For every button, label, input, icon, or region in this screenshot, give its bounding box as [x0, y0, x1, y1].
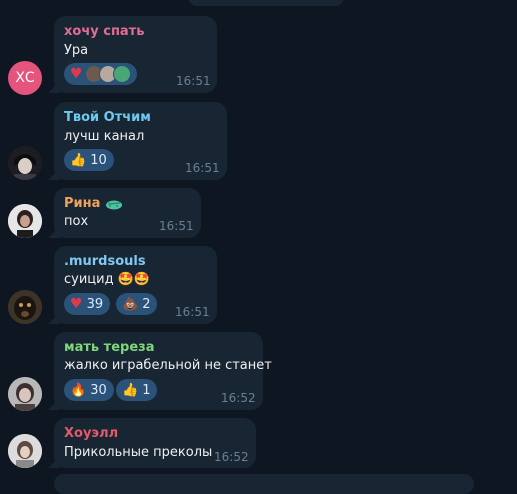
sender-name[interactable]: .murdsouls [64, 254, 146, 269]
message-text: Ура [64, 43, 89, 58]
message-time: 16:52 [214, 450, 249, 464]
thumbs-up-icon: 👍 [70, 152, 87, 168]
sender-name[interactable]: хочу спать [64, 24, 144, 39]
fire-icon: 🔥 [70, 382, 87, 398]
message-time: 16:51 [159, 219, 194, 233]
message-text: суицид 🤩🤩 [64, 272, 151, 287]
message-bubble[interactable]: Хоуэлл Прикольные преколы 16:52 [48, 418, 256, 468]
reaction-count: 2 [142, 296, 151, 312]
reactor-avatar [112, 65, 131, 83]
message-time: 16:51 [176, 74, 211, 88]
avatar[interactable] [8, 204, 42, 238]
sender-name[interactable]: Рина [64, 196, 123, 211]
bubble-tail [48, 226, 60, 238]
reaction-heart[interactable]: ♥ [64, 63, 137, 85]
thumbs-up-icon: 👍 [122, 382, 139, 398]
sender-name[interactable]: мать тереза [64, 340, 154, 355]
reaction-poop[interactable]: 💩 2 [116, 293, 158, 315]
bubble-tail [48, 398, 60, 410]
avatar-image [8, 377, 42, 411]
message-text: жалко играбельной не станет [64, 358, 272, 373]
message-text: пох [64, 214, 89, 229]
avatar[interactable] [8, 434, 42, 468]
heart-icon: ♥ [70, 296, 83, 312]
message-time: 16:51 [185, 161, 220, 175]
bubble-tail [48, 312, 60, 324]
bubble-tail [48, 81, 60, 93]
reaction-thumbs-up[interactable]: 👍 10 [64, 149, 114, 171]
bubble-tail [48, 168, 60, 180]
message-bubble[interactable]: Рина пох 16:51 [48, 188, 201, 238]
reactor-avatars [84, 65, 131, 83]
message-time: 16:52 [221, 391, 256, 405]
message-bubble[interactable]: мать тереза жалко играбельной не станет … [48, 332, 272, 410]
reaction-fire[interactable]: 🔥 30 [64, 379, 114, 401]
avatar[interactable]: ХС [8, 61, 42, 95]
avatar-image [8, 204, 42, 238]
avatar[interactable] [8, 290, 42, 324]
avatar-image [8, 146, 42, 180]
reaction-count: 30 [90, 382, 107, 398]
message-text: лучш канал [64, 129, 145, 144]
custom-emoji-status-icon [105, 200, 122, 209]
reaction-heart[interactable]: ♥ 39 [64, 293, 111, 315]
avatar-image [8, 290, 42, 324]
reaction-count: 1 [142, 382, 151, 398]
poop-icon: 💩 [122, 296, 139, 312]
avatar[interactable] [8, 377, 42, 411]
reaction-count: 39 [86, 296, 104, 312]
message-bubble[interactable]: хочу спать Ура ♥ 16:51 [48, 16, 217, 93]
reaction-thumbs-up[interactable]: 👍 1 [116, 379, 158, 401]
message-bubble[interactable]: Твой Отчим лучш канал 👍 10 16:51 [48, 102, 227, 180]
message-bubble[interactable]: .murdsouls суицид 🤩🤩 ♥ 39 💩 2 16:51 [48, 246, 217, 324]
avatar-image [8, 434, 42, 468]
message-time: 16:51 [175, 305, 210, 319]
avatar[interactable] [8, 146, 42, 180]
next-message-bubble [54, 474, 474, 494]
message-text: Прикольные преколы [64, 445, 213, 460]
sender-name-text: Рина [64, 196, 101, 211]
sender-name[interactable]: Твой Отчим [64, 110, 151, 125]
heart-icon: ♥ [70, 66, 83, 82]
bubble-tail [48, 456, 60, 468]
previous-message-bubble: у [188, 0, 344, 6]
reaction-count: 10 [90, 152, 107, 168]
sender-name[interactable]: Хоуэлл [64, 426, 118, 441]
